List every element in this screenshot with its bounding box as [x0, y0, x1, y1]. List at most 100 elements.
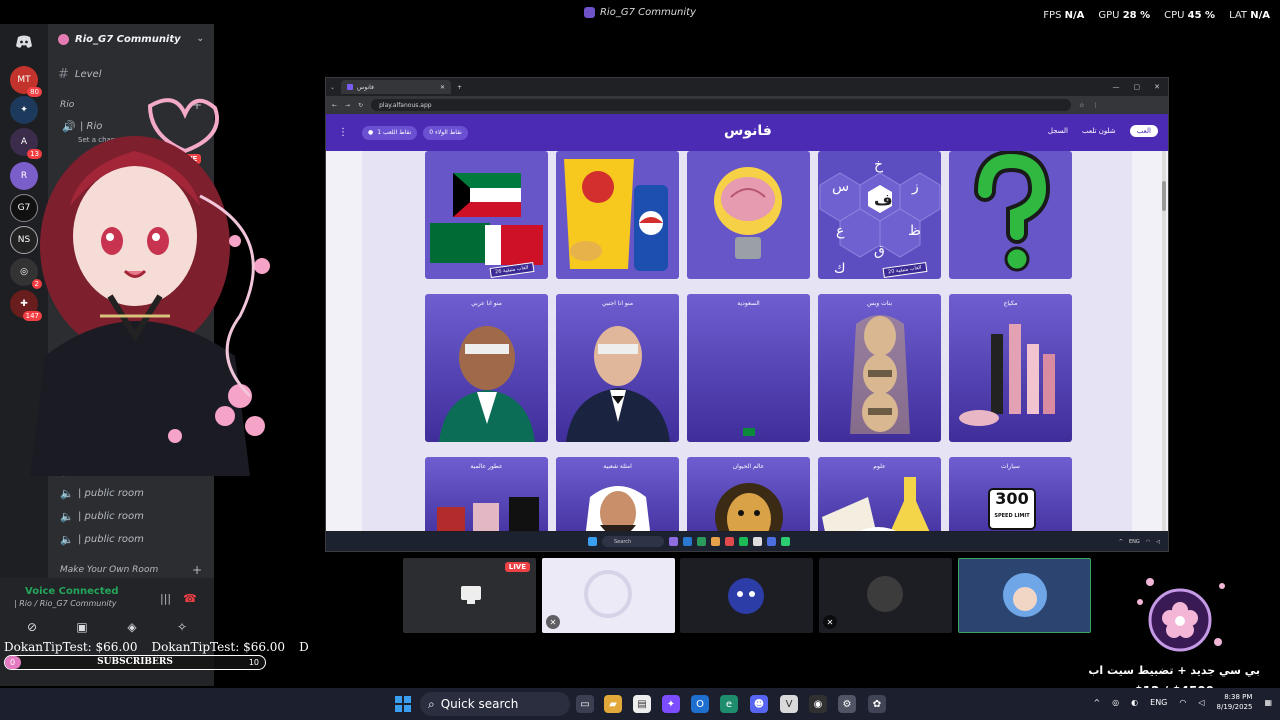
page-scrollbar[interactable] [1162, 151, 1166, 531]
category-make-room[interactable]: Make Your Own Room + [60, 563, 202, 577]
app-icon[interactable] [753, 537, 762, 546]
stream-thumb-screen[interactable]: LIVE [403, 558, 536, 633]
public-room-3[interactable]: 🔈 | public room [60, 506, 144, 526]
server-mt-icon[interactable]: MT 80 [10, 66, 42, 97]
wifi-icon[interactable]: ◠ [1179, 698, 1186, 707]
kebab-menu-icon[interactable]: ⋮ [338, 127, 348, 138]
outlook-icon[interactable]: O [691, 695, 709, 713]
file-explorer-icon[interactable]: ▰ [604, 695, 622, 713]
star-icon[interactable]: ☆ [1079, 102, 1084, 109]
close-tab-icon[interactable]: ✕ [440, 84, 445, 91]
new-tab-icon[interactable]: + [457, 84, 462, 91]
card-letters-hex[interactable]: ف خ س ز ع ظ ق ك 20 العاب متبقية [818, 151, 941, 279]
channel-status-prompt[interactable]: Set a channel stat... [78, 130, 148, 150]
discord-taskbar-icon[interactable]: ☻ [750, 695, 768, 713]
nav-login[interactable]: السجل [1048, 127, 1068, 135]
nav-how-to-play[interactable]: شلون تلعب [1082, 127, 1116, 135]
tab-menu-icon[interactable]: ⌄ [330, 84, 335, 91]
remote-search[interactable]: Search [602, 536, 664, 547]
volume-icon[interactable]: ◁ [1156, 539, 1160, 545]
quick-search[interactable]: ⌕ Quick search [420, 692, 570, 716]
gear-icon[interactable]: ✿ [868, 695, 886, 713]
server-ring-icon[interactable]: ◎ 2 [10, 258, 42, 289]
chevron-up-icon[interactable]: ^ [1093, 698, 1100, 707]
card-perfumes[interactable]: عطور عالمية [425, 457, 548, 531]
app-icon[interactable] [697, 537, 706, 546]
settings-icon[interactable]: ⚙ [838, 695, 856, 713]
category-public[interactable]: public room [60, 444, 113, 454]
soundboard-icon[interactable]: ✧ [162, 616, 202, 638]
card-girls-only[interactable]: بنات وبس [818, 294, 941, 442]
app-icon[interactable] [767, 537, 776, 546]
url-input[interactable]: play.alfanous.app [371, 99, 1072, 111]
app-icon[interactable] [781, 537, 790, 546]
server-rio-icon[interactable]: R [10, 162, 38, 190]
app-v-icon[interactable]: V [780, 695, 798, 713]
start-icon[interactable] [395, 696, 411, 712]
card-proverbs[interactable]: امثلة شعبية [556, 457, 679, 531]
card-brain[interactable] [687, 151, 810, 279]
play-points-pill[interactable]: ● نقاط اللعب 1 [362, 125, 418, 140]
steam-icon[interactable]: ◐ [1131, 698, 1138, 707]
public-room-4[interactable]: 🔈 | public room [60, 529, 144, 549]
app-icon[interactable] [725, 537, 734, 546]
server-red-icon[interactable]: ✚ 147 [10, 290, 42, 321]
server-g7-icon[interactable]: G7 [10, 194, 38, 222]
app-icon[interactable] [683, 537, 692, 546]
noise-suppression-icon[interactable]: ||| [160, 592, 171, 605]
taskbar-lang[interactable]: ENG [1150, 698, 1167, 707]
card-gulf-flags[interactable]: 26 العاب متبقية [425, 151, 548, 279]
public-room-1[interactable]: 🔈 | public room [60, 460, 144, 480]
edge-icon[interactable]: e [720, 695, 738, 713]
server-header[interactable]: Rio_G7 Community ⌄ [48, 24, 214, 54]
windows-icon[interactable] [588, 537, 597, 546]
server-anime-icon[interactable]: A 13 [10, 128, 42, 159]
tab-fanous[interactable]: فانوس ✕ [341, 80, 452, 94]
server-ns-icon[interactable]: NS [10, 226, 38, 254]
card-who-am-i-foreign[interactable]: منو انا اجنبي [556, 294, 679, 442]
channel-level[interactable]: # Level [58, 64, 101, 84]
category-rio[interactable]: Rio + [60, 98, 202, 112]
copilot-icon[interactable]: ✦ [662, 695, 680, 713]
card-science[interactable]: علوم [818, 457, 941, 531]
tray-app-icon[interactable]: ◎ [1112, 698, 1119, 707]
forward-icon[interactable]: → [345, 102, 350, 109]
app-icon[interactable] [711, 537, 720, 546]
obs-icon[interactable]: ◉ [809, 695, 827, 713]
more-icon[interactable]: ⋮ [1092, 102, 1098, 109]
card-saudi[interactable]: السعودية [687, 294, 810, 442]
card-snacks[interactable] [556, 151, 679, 279]
card-animal-world[interactable]: عالم الحيوان [687, 457, 810, 531]
stream-thumb-user-dark[interactable]: ✕ [819, 558, 952, 633]
card-mystery[interactable] [949, 151, 1072, 279]
app-icon[interactable] [669, 537, 678, 546]
notepad-icon[interactable]: ▤ [633, 695, 651, 713]
camera-off-icon[interactable]: ⊘ [12, 616, 52, 638]
card-makeup[interactable]: مكياج [949, 294, 1072, 442]
card-cars[interactable]: سيارات 300 SPEED LIMIT [949, 457, 1072, 531]
activity-icon[interactable]: ◈ [112, 616, 152, 638]
disconnect-icon[interactable]: ☎ [183, 592, 197, 605]
stream-thumb-logo[interactable]: ✕ [542, 558, 675, 633]
server-star-icon[interactable]: ✦ [10, 96, 38, 124]
notification-icon[interactable]: ▦ [1264, 698, 1272, 707]
back-icon[interactable]: ← [332, 102, 337, 109]
close-icon[interactable]: ✕ [1154, 83, 1160, 91]
add-channel-icon[interactable]: + [192, 98, 202, 112]
clock[interactable]: 8:38 PM 8/19/2025 [1217, 692, 1253, 712]
stream-thumb-user-anime[interactable] [958, 558, 1091, 633]
card-who-am-i-arab[interactable]: منو انا عربي [425, 294, 548, 442]
loyalty-points-pill[interactable]: نقاط الولاء 0 [423, 125, 468, 140]
screen-share-icon[interactable]: ▣ [62, 616, 102, 638]
maximize-icon[interactable]: ▢ [1134, 83, 1141, 91]
public-room-2[interactable]: 🔈 | public room [60, 483, 144, 503]
task-view-icon[interactable]: ▭ [576, 695, 594, 713]
add-room-icon[interactable]: + [192, 563, 202, 577]
nav-play[interactable]: العب [1129, 125, 1158, 137]
minimize-icon[interactable]: — [1113, 83, 1120, 91]
site-logo[interactable]: فانوس [724, 123, 772, 139]
spotify-icon[interactable] [739, 537, 748, 546]
chevron-up-icon[interactable]: ^ [1119, 539, 1123, 545]
stream-thumb-user-blue[interactable] [680, 558, 813, 633]
discord-home-icon[interactable] [10, 28, 38, 56]
